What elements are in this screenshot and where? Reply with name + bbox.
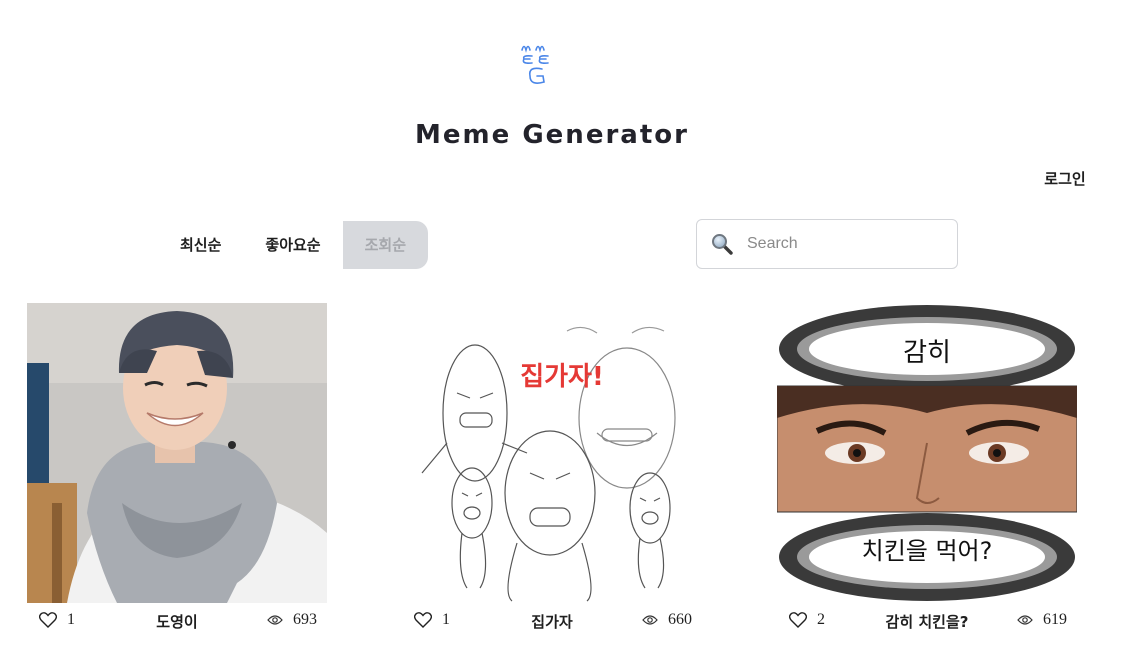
meme-card[interactable]: 감히 치킨을 먹어? 2 감히 치킨을? 619 xyxy=(777,303,1077,641)
meme-image-photo[interactable] xyxy=(27,303,327,603)
tab-views[interactable]: 조회순 xyxy=(342,221,429,269)
tab-latest[interactable]: 최신순 xyxy=(158,221,243,269)
like-count: 2 xyxy=(817,611,825,628)
meme-image-laughing-faces[interactable]: 집가자! xyxy=(402,303,702,603)
card-footer: 1 집가자 660 xyxy=(402,603,702,641)
heart-icon xyxy=(789,612,807,628)
like-button[interactable]: 1 xyxy=(39,611,75,629)
card-footer: 1 도영이 693 xyxy=(27,603,327,641)
view-counter: 660 xyxy=(642,611,692,629)
eye-icon xyxy=(1017,615,1033,625)
meme-overlay-text: 집가자! xyxy=(520,362,604,392)
page-title: Meme Generator xyxy=(415,120,689,150)
eye-icon xyxy=(642,615,658,625)
meme-title[interactable]: 집가자 xyxy=(531,613,572,631)
view-counter: 619 xyxy=(1017,611,1067,629)
search-box[interactable] xyxy=(696,219,958,269)
tab-likes[interactable]: 좋아요순 xyxy=(243,221,342,269)
sort-tabs: 최신순 좋아요순 조회순 xyxy=(158,221,429,269)
login-button[interactable]: 로그인 xyxy=(1030,168,1100,189)
view-count: 660 xyxy=(668,611,692,628)
heart-icon xyxy=(39,612,57,628)
like-count: 1 xyxy=(67,611,75,628)
view-count: 693 xyxy=(293,611,317,628)
page: Meme Generator 로그인 최신순 좋아요순 조회순 Search 1… xyxy=(0,0,1122,649)
logo-icon[interactable] xyxy=(518,40,554,90)
card-footer: 2 감히 치킨을? 619 xyxy=(777,603,1077,641)
view-counter: 693 xyxy=(267,611,317,629)
search-input[interactable] xyxy=(745,234,939,254)
meme-card[interactable]: 집가자! 1 집가자 660 xyxy=(402,303,702,641)
meme-title[interactable]: 도영이 xyxy=(156,613,197,631)
like-button[interactable]: 1 xyxy=(414,611,450,629)
meme-title[interactable]: 감히 치킨을? xyxy=(886,613,969,631)
meme-bottom-text: 치킨을 먹어? xyxy=(862,537,993,565)
view-count: 619 xyxy=(1043,611,1067,628)
like-count: 1 xyxy=(442,611,450,628)
like-button[interactable]: 2 xyxy=(789,611,825,629)
meme-image-comic-panel[interactable]: 감히 치킨을 먹어? xyxy=(777,303,1077,603)
meme-top-text: 감히 xyxy=(903,338,951,368)
eye-icon xyxy=(267,615,283,625)
heart-icon xyxy=(414,612,432,628)
search-icon xyxy=(712,234,733,255)
meme-card[interactable]: 1 도영이 693 xyxy=(27,303,327,641)
